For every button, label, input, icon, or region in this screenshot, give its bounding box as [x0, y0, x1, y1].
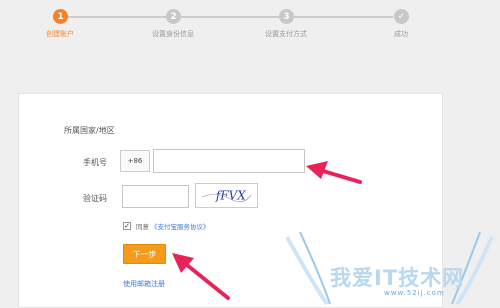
captcha-text: fFVX [215, 189, 246, 203]
step-3-label: 设置支付方式 [265, 30, 307, 38]
phone-label: 手机号 [83, 158, 107, 167]
step-1-icon: 1 [53, 9, 68, 24]
step-3-icon: 3 [279, 9, 294, 24]
step-4-check-icon: ✓ [394, 9, 409, 24]
phone-input[interactable] [153, 149, 305, 173]
email-register-link[interactable]: 使用邮箱注册 [123, 279, 165, 289]
step-4-label: 成功 [394, 30, 408, 38]
watermark-url: www.52ij.com [384, 289, 445, 297]
service-agreement-link[interactable]: 《支付宝服务协议》 [151, 221, 210, 231]
step-1-label: 创建账户 [46, 30, 74, 38]
next-step-button[interactable]: 下一步 [123, 244, 166, 264]
watermark-text: 我爱IT技术网 [330, 266, 465, 290]
country-code-select[interactable]: +86 [120, 150, 150, 172]
verification-code-label: 验证码 [83, 194, 107, 203]
region-label: 所属国家/地区 [64, 126, 115, 135]
step-connector [181, 16, 280, 18]
step-connector [68, 16, 168, 18]
step-2-icon: 2 [166, 9, 181, 24]
captcha-glyphs: fFVX [202, 189, 252, 203]
agree-checkbox[interactable]: ✓ [123, 222, 131, 230]
verification-code-input[interactable] [122, 185, 189, 208]
step-connector [293, 16, 393, 18]
progress-steps: 1 2 3 ✓ 创建账户 设置身份信息 设置支付方式 成功 [0, 0, 500, 50]
captcha-image[interactable]: fFVX [195, 183, 258, 208]
step-2-label: 设置身份信息 [152, 30, 194, 38]
agreement-row: ✓ 同意 《支付宝服务协议》 [123, 221, 210, 231]
agree-text: 同意 [136, 223, 149, 231]
